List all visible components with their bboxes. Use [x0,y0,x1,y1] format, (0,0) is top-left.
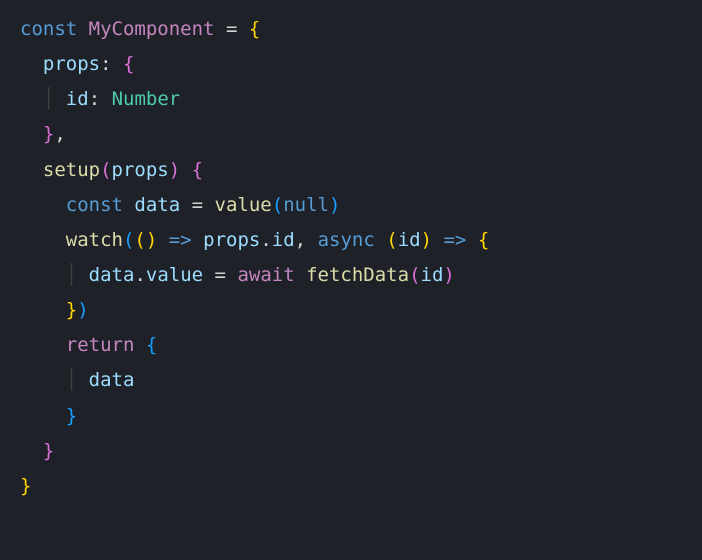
line-10: return { [20,334,157,356]
paren-open: ( [134,229,145,251]
arg-id: id [398,229,421,251]
brace-close: } [66,299,77,321]
prop-props: props [43,53,100,75]
prop-id: id [272,229,295,251]
paren-open: ( [272,194,283,216]
brace-close: } [43,123,54,145]
code-block: const MyComponent = { props: { │ id: Num… [20,12,682,504]
null-literal: null [283,194,329,216]
keyword-const: const [20,18,77,40]
var-data: data [89,264,135,286]
prop-id: id [66,88,89,110]
brace-close: } [20,475,31,497]
brace-close: } [43,440,54,462]
arrow: => [443,229,466,251]
operator-eq: = [226,18,237,40]
keyword-await: await [237,264,294,286]
arg-props: props [112,159,169,181]
line-8: │ data.value = await fetchData(id) [20,264,455,286]
line-13: } [20,440,54,462]
paren-close: ) [77,299,88,321]
fn-watch: watch [66,229,123,251]
line-2: props: { [20,53,134,75]
paren-close: ) [169,159,180,181]
line-14: } [20,475,31,497]
keyword-return: return [66,334,135,356]
paren-open: ( [123,229,134,251]
dot: . [134,264,145,286]
prop-value: value [146,264,203,286]
paren-close: ) [146,229,157,251]
arg-id: id [421,264,444,286]
brace-open: { [478,229,489,251]
colon: : [89,88,100,110]
line-12: } [20,405,77,427]
dot: . [260,229,271,251]
brace-open: { [146,334,157,356]
comma: , [54,123,65,145]
paren-open: ( [100,159,111,181]
keyword-async: async [318,229,375,251]
paren-close: ) [329,194,340,216]
line-3: │ id: Number [20,88,180,110]
paren-close: ) [443,264,454,286]
brace-open: { [249,18,260,40]
fn-value: value [215,194,272,216]
type-number: Number [112,88,181,110]
operator-eq: = [192,194,203,216]
fn-fetchdata: fetchData [306,264,409,286]
identifier-component: MyComponent [89,18,215,40]
var-props: props [203,229,260,251]
line-5: setup(props) { [20,159,203,181]
fn-setup: setup [43,159,100,181]
var-data: data [134,194,180,216]
comma: , [295,229,306,251]
brace-close: } [66,405,77,427]
line-9: }) [20,299,89,321]
paren-open: ( [409,264,420,286]
var-data: data [89,369,135,391]
colon: : [100,53,111,75]
line-6: const data = value(null) [20,194,340,216]
line-11: │ data [20,369,134,391]
line-7: watch(() => props.id, async (id) => { [20,229,489,251]
arrow: => [169,229,192,251]
paren-close: ) [421,229,432,251]
line-1: const MyComponent = { [20,18,260,40]
brace-open: { [123,53,134,75]
brace-open: { [192,159,203,181]
keyword-const: const [66,194,123,216]
operator-eq: = [215,264,226,286]
line-4: }, [20,123,66,145]
paren-open: ( [386,229,397,251]
